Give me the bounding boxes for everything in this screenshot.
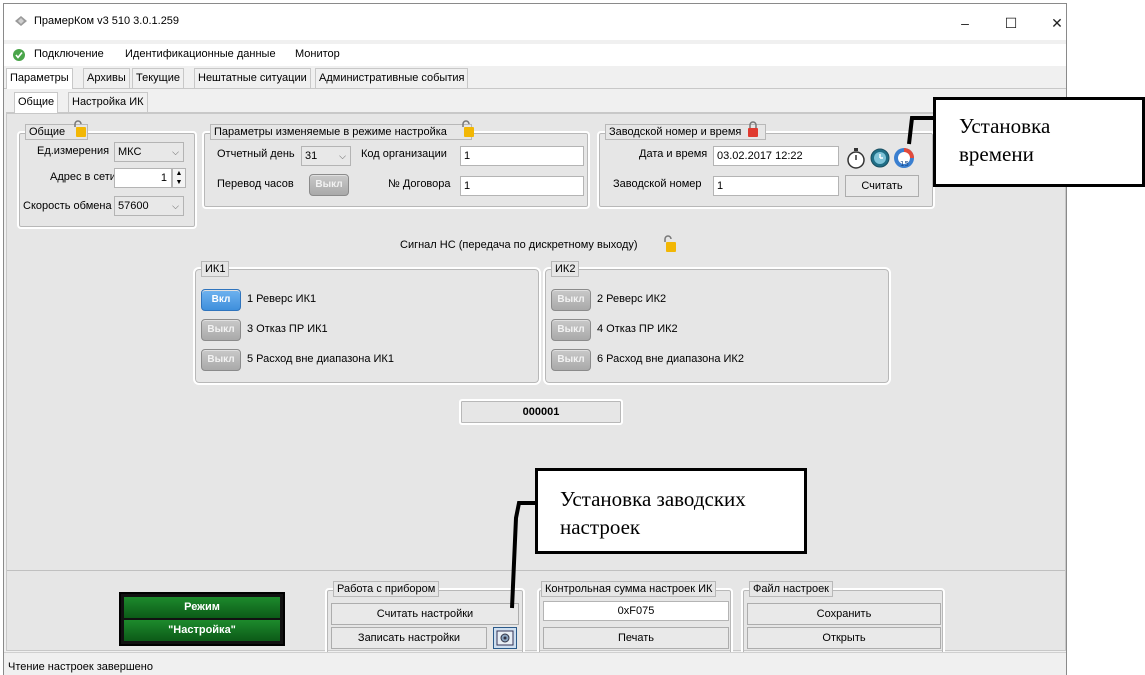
minimize-button[interactable]: – [942,10,988,36]
ik2-toggle-2[interactable]: Выкл [551,289,591,311]
tab-current[interactable]: Текущие [132,68,184,88]
ik2-label-2: 2 Реверс ИК2 [597,293,667,305]
close-button[interactable]: ✕ [1034,10,1066,36]
factory-group: Заводской номер и время Дата и время 03.… [597,121,935,209]
checksum-group-title: Контрольная сумма настроек ИК [541,581,717,597]
signal-code-display: 000001 [459,399,623,425]
maximize-button[interactable]: ☐ [988,10,1034,36]
read-time-button[interactable]: Считать [845,175,919,197]
ik2-group: ИК2 Выкл 2 Реверс ИК2 Выкл 4 Отказ ПР ИК… [543,261,891,385]
device-group: Работа с прибором Считать настройки Запи… [325,581,525,660]
checksum-value: 0xF075 [543,601,729,621]
app-logo-icon [15,16,27,26]
ik2-toggle-6[interactable]: Выкл [551,349,591,371]
address-label: Адрес в сети [50,171,116,183]
serial-label: Заводской номер [613,178,702,190]
ik1-toggle-1[interactable]: Вкл [201,289,241,311]
mode-value: "Настройка" [124,620,280,641]
unlocked-lock-icon [664,235,676,252]
status-text: Чтение настроек завершено [8,661,153,673]
clock-icon[interactable] [869,146,891,170]
menu-connection[interactable]: Подключение [34,48,104,60]
stopwatch-icon[interactable] [845,146,867,170]
checksum-group: Контрольная сумма настроек ИК 0xF075 Печ… [537,581,733,660]
unlocked-lock-icon [462,120,474,137]
clock-label: Перевод часов [217,178,294,190]
device-group-title: Работа с прибором [333,581,440,597]
calendar-clock-icon[interactable]: 15 [892,146,916,170]
speed-label: Скорость обмена [23,200,112,212]
callout-factory-text: Установка заводских настроек [560,487,746,539]
callout-time-setting: Установка времени [933,97,1145,187]
unit-label: Ед.измерения [37,145,110,157]
connection-status-icon [13,49,25,61]
open-button[interactable]: Открыть [747,627,941,649]
ik2-label-6: 6 Расход вне диапазона ИК2 [597,353,744,365]
read-settings-button[interactable]: Считать настройки [331,603,519,625]
org-code-label: Код организации [361,148,447,160]
settings-file-title: Файл настроек [749,581,833,597]
address-spinner[interactable]: 1 [114,168,172,188]
ik1-label-1: 1 Реверс ИК1 [247,293,317,305]
menu-identification[interactable]: Идентификационные данные [125,48,276,60]
mode-indicator: Режим "Настройка" [119,592,285,646]
tab-parameters[interactable]: Параметры [6,68,73,89]
factory-reset-icon [496,630,514,646]
tab-admin-events[interactable]: Административные события [315,68,469,88]
ik1-label-5: 5 Расход вне диапазона ИК1 [247,353,394,365]
contract-label: № Договора [388,178,451,190]
address-spin-buttons[interactable]: ▲ ▼ [172,168,186,188]
general-group: Общие Ед.измерения МКС ⌵ Адрес в сети 1 ▲… [17,120,197,229]
callout-time-pointer [907,116,935,145]
org-code-input[interactable]: 1 [460,146,584,166]
menu-monitor[interactable]: Монитор [295,48,340,60]
ik2-title: ИК2 [551,261,580,277]
factory-group-title: Заводской номер и время [605,124,767,140]
report-day-select[interactable]: 31 ⌵ [301,146,351,166]
callout-factory-setting: Установка заводских настроек [535,468,807,554]
datetime-input[interactable]: 03.02.2017 12:22 [713,146,839,166]
settings-file-group: Файл настроек Сохранить Открыть [741,581,945,660]
datetime-label: Дата и время [639,148,708,160]
locked-lock-icon [748,121,758,137]
callout-time-text: Установка времени [959,114,1051,166]
speed-select[interactable]: 57600 ⌵ [114,196,184,216]
factory-settings-button[interactable] [493,627,517,649]
callout-factory-pointer [510,501,537,609]
ik1-group: ИК1 Вкл 1 Реверс ИК1 Выкл 3 Отказ ПР ИК1… [193,261,541,385]
menu-bar: Подключение Идентификационные данные Мон… [4,44,1066,66]
write-settings-button[interactable]: Записать настройки [331,627,487,649]
unlocked-lock-icon [74,120,86,137]
tab-archives[interactable]: Архивы [83,68,130,88]
mode-label: Режим [124,597,280,618]
unit-select[interactable]: МКС ⌵ [114,142,184,162]
setup-params-title: Параметры изменяемые в режиме настройка [210,124,472,140]
ik1-title: ИК1 [201,261,230,277]
ik1-toggle-5[interactable]: Выкл [201,349,241,371]
ik1-label-3: 3 Отказ ПР ИК1 [247,323,328,335]
serial-input[interactable]: 1 [713,176,839,196]
tab-ik-settings[interactable]: Настройка ИК [68,92,148,112]
report-day-label: Отчетный день [217,148,295,160]
status-bar: Чтение настроек завершено [4,652,1066,675]
svg-text:15: 15 [900,160,909,168]
save-button[interactable]: Сохранить [747,603,941,625]
clock-toggle[interactable]: Выкл [309,174,349,196]
ik2-label-4: 4 Отказ ПР ИК2 [597,323,678,335]
contract-input[interactable]: 1 [460,176,584,196]
setup-params-group: Параметры изменяемые в режиме настройка … [202,120,590,209]
tab-emergencies[interactable]: Нештатные ситуации [194,68,311,88]
ik2-toggle-4[interactable]: Выкл [551,319,591,341]
title-bar: ПрамерКом v3 510 3.0.1.259 – ☐ ✕ [4,4,1066,40]
signal-title: Сигнал НС (передача по дискретному выход… [400,239,638,251]
main-tabs: Параметры Архивы Текущие Нештатные ситуа… [4,68,1066,89]
print-button[interactable]: Печать [543,627,729,649]
tab-general[interactable]: Общие [14,92,59,113]
ik1-toggle-3[interactable]: Выкл [201,319,241,341]
sub-tabs: Общие Настройка ИК [6,91,1066,113]
window-title: ПрамерКом v3 510 3.0.1.259 [34,15,180,27]
